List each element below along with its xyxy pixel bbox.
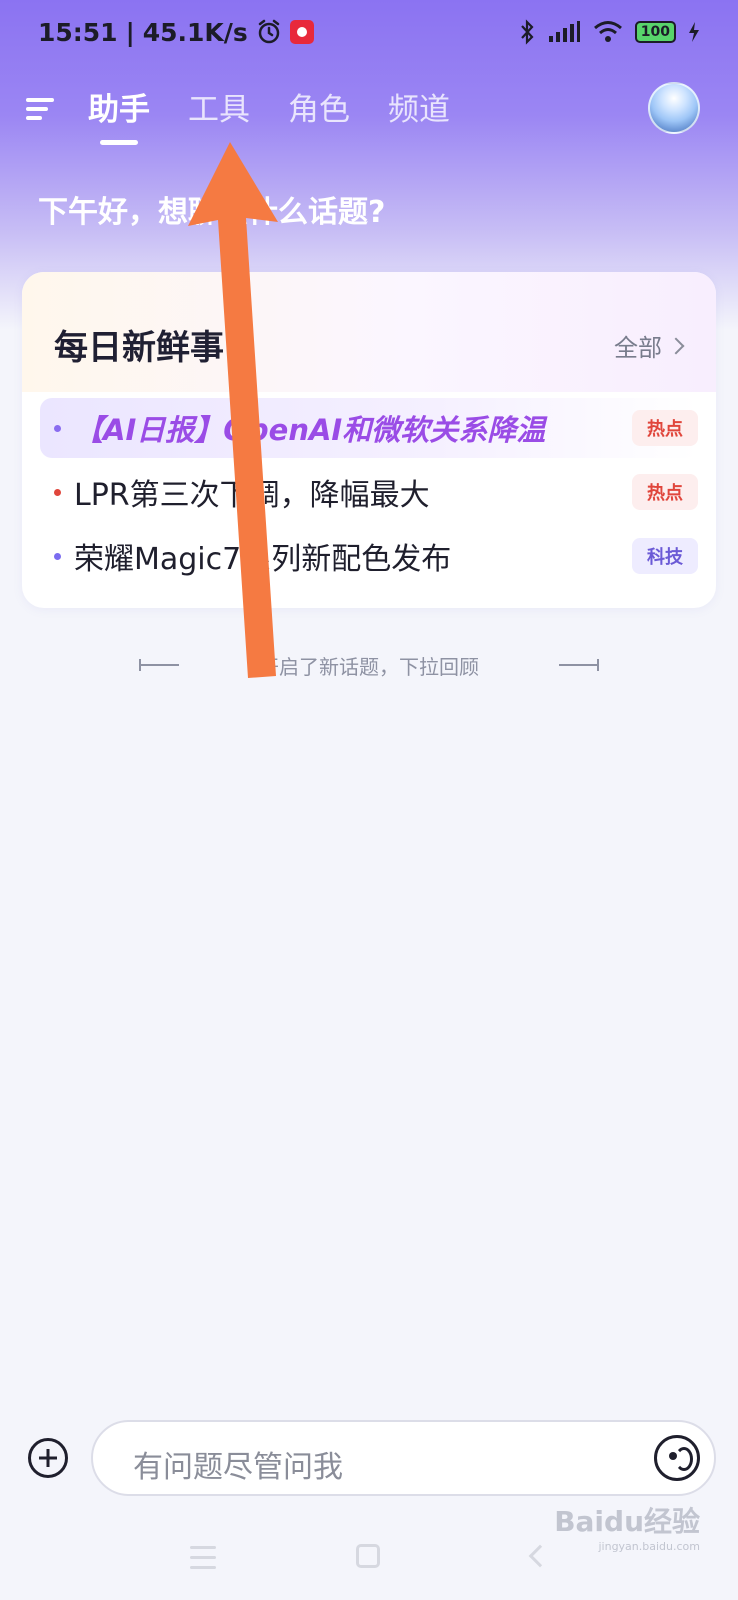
status-separator: | [125, 17, 135, 47]
annotation-arrow-icon [188, 142, 278, 678]
news-tag: 热点 [632, 474, 698, 510]
chevron-right-icon [667, 337, 685, 354]
watermark: Baidu经验 jingyan.baidu.com [554, 1500, 700, 1553]
chat-input[interactable]: 有问题尽管问我 [91, 1420, 716, 1496]
news-item[interactable]: 【AI日报】OpenAI和微软关系降温 热点 [40, 398, 698, 458]
cellular-signal-icon [548, 21, 580, 42]
recent-apps-icon[interactable] [190, 1546, 216, 1570]
wifi-icon [593, 21, 622, 42]
network-speed: 45.1K/s [142, 17, 248, 47]
bluetooth-icon [520, 19, 534, 45]
bullet-dot [54, 488, 61, 496]
chat-input-row: 有问题尽管问我 [0, 1420, 738, 1496]
status-left: 15:51 | 45.1K/s [38, 18, 314, 47]
top-navigation: 助手 工具 角色 频道 [0, 78, 738, 148]
alarm-icon [258, 19, 280, 44]
news-tag: 热点 [632, 410, 698, 446]
view-all-link[interactable]: 全部 [614, 328, 685, 363]
news-tag: 科技 [632, 538, 698, 574]
news-list: 【AI日报】OpenAI和微软关系降温 热点 LPR第三次下调，降幅最大 热点 … [40, 398, 698, 590]
avatar[interactable] [648, 82, 700, 134]
status-bar: 15:51 | 45.1K/s 100 [0, 0, 738, 64]
divider-line-right [559, 659, 599, 671]
view-all-label: 全部 [614, 334, 662, 362]
voice-input-icon[interactable] [654, 1435, 700, 1481]
menu-icon[interactable] [26, 94, 56, 124]
news-item[interactable]: 荣耀Magic7系列新配色发布 科技 [40, 526, 698, 586]
divider-line-left [139, 659, 179, 671]
bullet-dot [54, 424, 61, 432]
new-topic-divider: 开启了新话题，下拉回顾 [0, 650, 738, 680]
add-button[interactable] [28, 1438, 68, 1478]
status-right: 100 [519, 19, 700, 45]
bullet-dot [54, 552, 61, 560]
tab-channels[interactable]: 频道 [388, 84, 450, 139]
watermark-brand: Baidu经验 [554, 1505, 700, 1538]
charging-icon [689, 22, 699, 42]
home-icon[interactable] [356, 1544, 380, 1568]
battery-indicator: 100 [634, 21, 676, 43]
input-placeholder: 有问题尽管问我 [133, 1450, 343, 1485]
daily-news-card: 每日新鲜事 全部 【AI日报】OpenAI和微软关系降温 热点 LPR第三次下调… [22, 272, 716, 608]
screen-record-icon [289, 20, 314, 44]
watermark-url: jingyan.baidu.com [598, 1540, 700, 1553]
news-item[interactable]: LPR第三次下调，降幅最大 热点 [40, 462, 698, 522]
tab-assistant[interactable]: 助手 [88, 84, 150, 139]
back-icon[interactable] [528, 1544, 552, 1568]
status-time: 15:51 [38, 17, 118, 47]
